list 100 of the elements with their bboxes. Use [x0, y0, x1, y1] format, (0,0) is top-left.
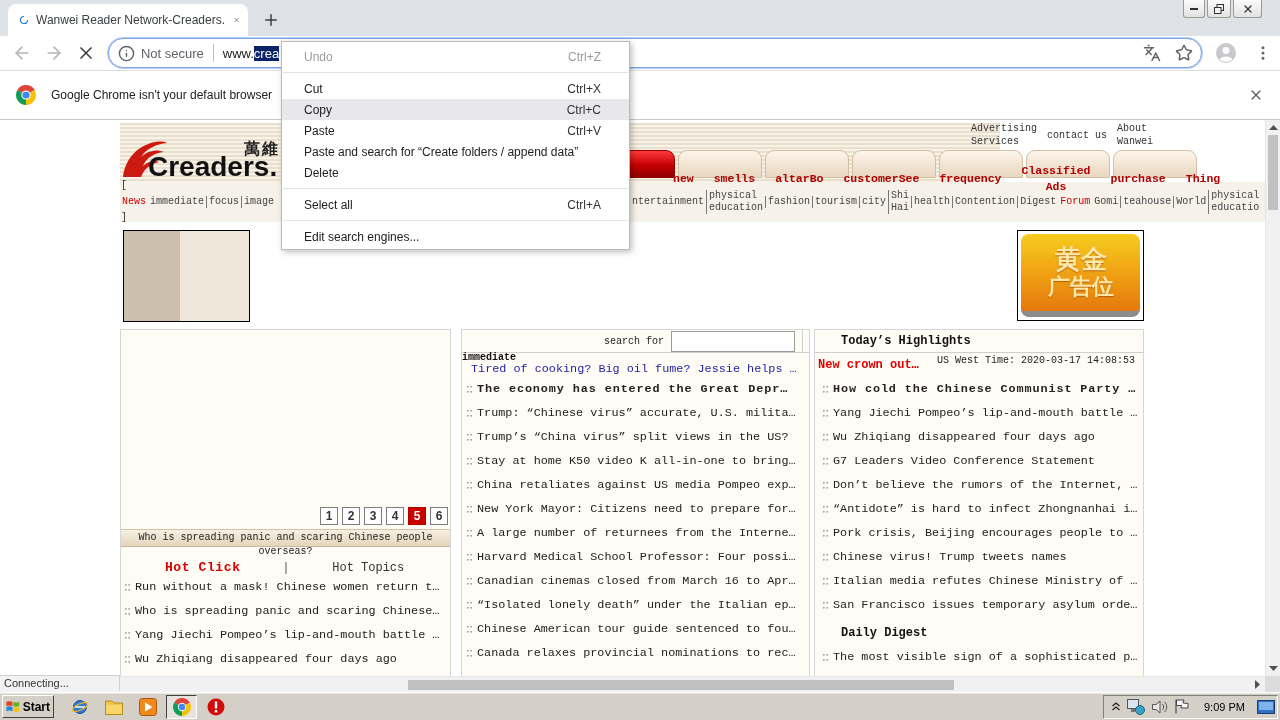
nav-link[interactable]: Shi Hai: [888, 190, 912, 214]
header-link[interactable]: Advertising Services: [971, 122, 1037, 148]
page-number[interactable]: 1: [320, 507, 338, 525]
headline-link[interactable]: Chinese virus! Trump tweets names: [833, 550, 1067, 564]
page-number[interactable]: 2: [342, 507, 360, 525]
headline-link[interactable]: “Isolated lonely death” under the Italian ep…: [477, 598, 796, 612]
headline-link[interactable]: Trump: “Chinese virus” accurate, U.S. milita…: [477, 406, 796, 420]
show-desktop-icon[interactable]: [1257, 699, 1275, 714]
breaking-news-link[interactable]: New crown out…: [818, 358, 919, 372]
headline-link[interactable]: New York Mayor: Citizens need to prepare for…: [477, 502, 796, 516]
caption-text[interactable]: Who is spreading panic and scaring Chinese people overseas?: [129, 531, 442, 559]
tab[interactable]: Hot Topics: [332, 561, 405, 575]
headline-link[interactable]: Yang Jiechi Pompeo’s lip-and-mouth battle …: [833, 406, 1138, 420]
vertical-scrollbar[interactable]: [1265, 120, 1280, 676]
scroll-up-icon[interactable]: [1268, 125, 1278, 130]
channel-link[interactable]: Thing: [1185, 171, 1221, 187]
nav-link[interactable]: immediate: [148, 196, 207, 208]
scroll-right-icon[interactable]: [1255, 680, 1260, 689]
restore-button[interactable]: [1207, 0, 1231, 18]
headline-link[interactable]: The most visible sign of a sophisticated p…: [833, 650, 1138, 664]
scroll-down-icon[interactable]: [1268, 666, 1278, 671]
browser-tab[interactable]: Wanwei Reader Network-Creaders.: [8, 4, 248, 36]
speaker-icon[interactable]: [1152, 699, 1168, 714]
nav-link[interactable]: Contention: [952, 196, 1018, 208]
network-icon[interactable]: [1127, 698, 1145, 715]
header-link[interactable]: About Wanwei: [1117, 122, 1183, 148]
start-button[interactable]: Start: [2, 695, 54, 718]
headline-link[interactable]: Harvard Medical School Professor: Four possi…: [477, 550, 796, 564]
headline-link[interactable]: The economy has entered the Great Depr…: [477, 382, 789, 396]
clock-text[interactable]: 9:09 PM: [1204, 700, 1245, 713]
headline-link[interactable]: Stay at home K50 video K all-in-one to bring…: [477, 454, 796, 468]
chevron-up-icon[interactable]: [1112, 702, 1120, 711]
channel-link[interactable]: customerSee: [843, 171, 920, 187]
headline-link[interactable]: G7 Leaders Video Conference Statement: [833, 454, 1095, 468]
close-button[interactable]: [1233, 0, 1262, 18]
taskbar-button[interactable]: [166, 694, 197, 719]
nav-link[interactable]: teahouse: [1120, 196, 1174, 208]
nav-link[interactable]: city: [859, 196, 889, 208]
headline-link[interactable]: Canadian cinemas closed from March 16 to Apr…: [477, 574, 796, 588]
browser-logo-icon: [172, 697, 191, 716]
headline-link[interactable]: Run without a mask! Chinese women return t…: [135, 580, 440, 594]
star-icon[interactable]: [1175, 44, 1193, 62]
headline-link[interactable]: Canada relaxes provincial nominations to rec…: [477, 646, 796, 660]
plus-icon[interactable]: [262, 11, 280, 29]
nav-link[interactable]: World: [1173, 196, 1209, 208]
page-number[interactable]: 6: [430, 507, 448, 525]
promo-link[interactable]: Tired of cooking? Big oil fume? Jessie helps …: [462, 362, 797, 377]
page-number[interactable]: 5: [408, 507, 426, 525]
nav-link[interactable]: News: [120, 196, 148, 208]
nav-link[interactable]: health: [911, 196, 953, 208]
channel-link[interactable]: new: [673, 171, 694, 187]
menu-item[interactable]: Delete: [282, 162, 629, 183]
channel-link[interactable]: altarBo: [775, 171, 824, 187]
minimize-button[interactable]: [1183, 0, 1205, 18]
nav-link[interactable]: physical educatio: [1208, 190, 1262, 214]
headline-link[interactable]: Trump’s “China virus” split views in the US?: [477, 430, 789, 444]
page-number[interactable]: 3: [364, 507, 382, 525]
nav-link[interactable]: Digest: [1017, 196, 1059, 208]
channel-link[interactable]: frequency: [939, 171, 1002, 187]
menu-item[interactable]: Cut Ctrl+X: [282, 78, 629, 99]
header-link[interactable]: contact us: [1047, 128, 1107, 142]
scroll-thumb[interactable]: [408, 679, 954, 690]
headline-link[interactable]: San Francisco issues temporary asylum orde…: [833, 598, 1138, 612]
nav-link[interactable]: ntertainment: [630, 196, 706, 208]
channel-link[interactable]: smells: [713, 171, 756, 187]
nav-link[interactable]: focus: [206, 196, 242, 208]
menu-item[interactable]: Paste Ctrl+V: [282, 120, 629, 141]
nav-link[interactable]: Forum: [1058, 196, 1093, 208]
menu-item[interactable]: Edit search engines...: [282, 226, 629, 247]
flag-icon[interactable]: [1175, 699, 1189, 714]
translate-icon[interactable]: [1143, 44, 1161, 62]
headline-link[interactable]: Yang Jiechi Pompeo’s lip-and-mouth battle …: [135, 628, 440, 642]
menu-item[interactable]: Select all Ctrl+A: [282, 194, 629, 215]
headline-link[interactable]: Italian media refutes Chinese Ministry of …: [833, 574, 1138, 588]
nav-link[interactable]: physical education: [706, 190, 766, 214]
headline-link[interactable]: “Antidote” is hard to infect Zhongnanhai i…: [833, 502, 1138, 516]
tab[interactable]: Hot Click: [164, 561, 241, 575]
menu-item[interactable]: Paste and search for “Create folders / append data”: [282, 141, 629, 162]
search-field[interactable]: [671, 330, 795, 352]
headline-link[interactable]: Wu Zhiqiang disappeared four days ago: [135, 652, 397, 666]
nav-link[interactable]: image: [241, 196, 277, 208]
scroll-thumb[interactable]: [1268, 135, 1278, 210]
headline-link[interactable]: China retaliates against US media Pompeo exp…: [477, 478, 796, 492]
channel-link[interactable]: Classified Ads: [1021, 163, 1091, 195]
nav-link[interactable]: fashion: [765, 196, 813, 208]
headline-link[interactable]: Don’t believe the rumors of the Internet, …: [833, 478, 1138, 492]
headline-link[interactable]: Pork crisis, Beijing encourages people to …: [833, 526, 1138, 540]
nav-link[interactable]: Gomi: [1092, 196, 1121, 208]
channel-link[interactable]: purchase: [1110, 171, 1166, 187]
headline-link[interactable]: Chinese American tour guide sentenced to fou…: [477, 622, 796, 636]
menu-item[interactable]: Copy Ctrl+C: [282, 99, 629, 120]
headline-link[interactable]: How cold the Chinese Communist Party …: [833, 382, 1137, 396]
headline-link[interactable]: Wu Zhiqiang disappeared four days ago: [833, 430, 1095, 444]
globe-icon: [70, 697, 89, 716]
headline-link[interactable]: Who is spreading panic and scaring Chinese…: [135, 604, 440, 618]
page-number[interactable]: 4: [386, 507, 404, 525]
headline-link[interactable]: A large number of returnees from the Interne…: [477, 526, 796, 540]
nav-link[interactable]: tourism: [812, 196, 860, 208]
horizontal-scrollbar[interactable]: [0, 676, 1265, 692]
ad-photo-placeholder[interactable]: [123, 230, 250, 322]
